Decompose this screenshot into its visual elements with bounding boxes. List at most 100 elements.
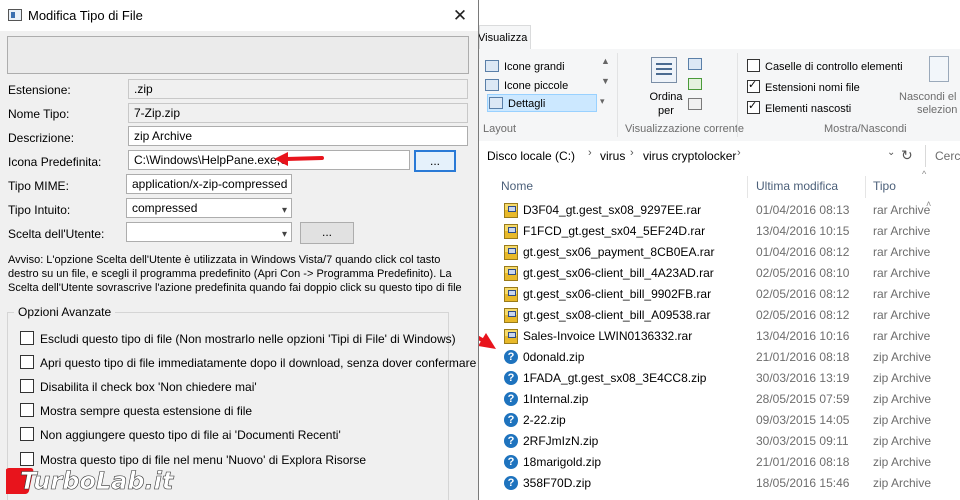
chevron-right-icon[interactable]: ›: [737, 147, 741, 159]
mime-type-label: Tipo MIME:: [8, 179, 69, 193]
default-icon-field[interactable]: C:\Windows\HelpPane.exe,0: [128, 150, 410, 170]
chevron-down-icon: ▾: [281, 229, 287, 240]
chevron-down-icon[interactable]: ⌄: [887, 147, 895, 158]
file-name: gt.gest_sx06_payment_8CB0EA.rar: [523, 245, 715, 259]
layout-item-label: Icone grandi: [504, 61, 565, 73]
layout-details[interactable]: Dettagli: [489, 97, 545, 110]
user-choice-select[interactable]: ▾: [126, 222, 292, 242]
option-checkbox[interactable]: Apri questo tipo di file immediatamente …: [20, 355, 476, 371]
file-extensions-toggle[interactable]: Estensioni nomi file: [747, 78, 860, 94]
hide-selected-label-2[interactable]: selezion: [917, 104, 957, 116]
checkbox-icon: [20, 331, 34, 345]
column-divider[interactable]: [865, 176, 866, 198]
column-header-date[interactable]: Ultima modifica: [756, 179, 838, 193]
browse-icon-button[interactable]: ...: [414, 150, 456, 172]
item-checkboxes-toggle[interactable]: Caselle di controllo elementi: [747, 59, 903, 73]
rar-archive-icon: [504, 224, 518, 239]
option-checkbox[interactable]: Non aggiungere questo tipo di file ai 'D…: [20, 427, 341, 443]
logo-text: TurboLab.it: [20, 467, 175, 495]
file-name: 2-22.zip: [523, 413, 566, 427]
unknown-file-icon: ?: [504, 392, 518, 406]
tab-visualizza[interactable]: Visualizza: [479, 25, 531, 49]
file-name: 2RFJmIzN.zip: [523, 434, 599, 448]
option-label: Disabilita il check box 'Non chiedere ma…: [40, 380, 257, 394]
breadcrumb-virus-cryptolocker[interactable]: virus cryptolocker: [643, 149, 736, 163]
description-label: Descrizione:: [8, 131, 75, 145]
file-date: 21/01/2016 08:18: [756, 350, 850, 364]
rar-archive-icon: [504, 245, 518, 260]
chevron-right-icon[interactable]: ›: [630, 147, 634, 159]
rar-archive-icon: [504, 266, 518, 281]
ribbon-separator: [737, 53, 738, 137]
checkbox-icon: [20, 355, 34, 369]
unknown-file-icon: ?: [504, 350, 518, 364]
type-name-field[interactable]: 7-Zip.zip: [128, 103, 468, 123]
size-columns-icon[interactable]: [688, 98, 702, 110]
file-name: 0donald.zip: [523, 350, 585, 364]
option-checkbox[interactable]: Mostra sempre questa estensione di file: [20, 403, 252, 419]
unknown-file-icon: ?: [504, 476, 518, 490]
perceived-type-select[interactable]: compressed ▾: [126, 198, 292, 218]
breadcrumb-drive[interactable]: Disco locale (C:): [487, 149, 575, 163]
file-date: 02/05/2016 08:12: [756, 308, 850, 322]
column-divider[interactable]: [747, 176, 748, 198]
file-date: 21/01/2016 08:18: [756, 455, 850, 469]
sort-by-icon[interactable]: [651, 57, 677, 83]
small-icons-icon: [485, 79, 499, 91]
option-label: Apri questo tipo di file immediatamente …: [40, 356, 477, 370]
file-date: 01/04/2016 08:12: [756, 245, 850, 259]
file-date: 01/04/2016 08:13: [756, 203, 850, 217]
file-date: 28/05/2015 07:59: [756, 392, 850, 406]
file-name: gt.gest_sx06-client_bill_9902FB.rar: [523, 287, 712, 301]
breadcrumb-virus[interactable]: virus: [600, 149, 625, 163]
sort-by-button[interactable]: Ordina per: [649, 90, 683, 118]
default-icon-label: Icona Predefinita:: [8, 155, 102, 169]
scroll-down-icon[interactable]: ▼: [601, 76, 610, 86]
file-name: gt.gest_sx08-client_bill_A09538.rar: [523, 308, 711, 322]
column-header-type[interactable]: Tipo: [873, 179, 896, 193]
user-choice-browse-button[interactable]: ...: [300, 222, 354, 244]
file-type: zip Archive: [873, 455, 932, 469]
option-checkbox[interactable]: Disabilita il check box 'Non chiedere ma…: [20, 379, 257, 395]
type-name-label: Nome Tipo:: [8, 107, 70, 121]
layout-group-label: Layout: [483, 123, 517, 135]
close-button[interactable]: ✕: [442, 0, 478, 31]
scroll-up-icon[interactable]: ▲: [601, 56, 610, 66]
user-choice-label: Scelta dell'Utente:: [8, 227, 105, 241]
layout-large-icons[interactable]: Icone grandi: [485, 60, 565, 73]
checkbox-icon: [20, 379, 34, 393]
expand-gallery-icon[interactable]: ▾: [600, 96, 605, 107]
description-field[interactable]: zip Archive: [128, 126, 468, 146]
dialog-title: Modifica Tipo di File: [28, 8, 143, 23]
extension-field[interactable]: .zip: [128, 79, 468, 99]
annotation-arrow-icon: [274, 152, 324, 166]
chevron-down-icon: ▾: [281, 205, 287, 216]
hide-selected-label-1[interactable]: Nascondi el: [899, 91, 956, 103]
chevron-right-icon[interactable]: ›: [588, 147, 592, 159]
edit-file-type-dialog: Modifica Tipo di File ✕ Estensione: .zip…: [0, 0, 479, 500]
column-header-name[interactable]: Nome: [501, 179, 533, 193]
hidden-items-toggle[interactable]: Elementi nascosti: [747, 99, 851, 115]
rar-archive-icon: [504, 203, 518, 218]
mime-type-field[interactable]: application/x-zip-compressed: [126, 174, 292, 194]
show-hide-group-label: Mostra/Nascondi: [824, 123, 907, 135]
advanced-options-title: Opzioni Avanzate: [14, 305, 116, 319]
hide-selected-icon[interactable]: [929, 56, 949, 82]
file-date: 30/03/2015 09:11: [756, 434, 849, 448]
group-by-icon[interactable]: [688, 58, 702, 70]
file-date: 30/03/2016 13:19: [756, 371, 850, 385]
tab-label: Visualizza: [479, 32, 528, 44]
layout-item-label: Dettagli: [508, 98, 546, 110]
file-type: zip Archive: [873, 476, 932, 490]
header-panel: [7, 36, 469, 74]
file-name: F1FCD_gt.gest_sx04_5EF24D.rar: [523, 224, 706, 238]
add-columns-icon[interactable]: [688, 78, 702, 90]
option-checkbox[interactable]: Escludi questo tipo di file (Non mostrar…: [20, 331, 456, 347]
rar-archive-icon: [504, 308, 518, 323]
unknown-file-icon: ?: [504, 455, 518, 469]
file-date: 18/05/2016 15:46: [756, 476, 850, 490]
refresh-icon[interactable]: ↻: [901, 147, 913, 164]
file-type: rar Archive: [873, 203, 931, 217]
layout-small-icons[interactable]: Icone piccole: [485, 79, 568, 92]
current-view-group-label: Visualizzazione corrente: [625, 123, 745, 135]
